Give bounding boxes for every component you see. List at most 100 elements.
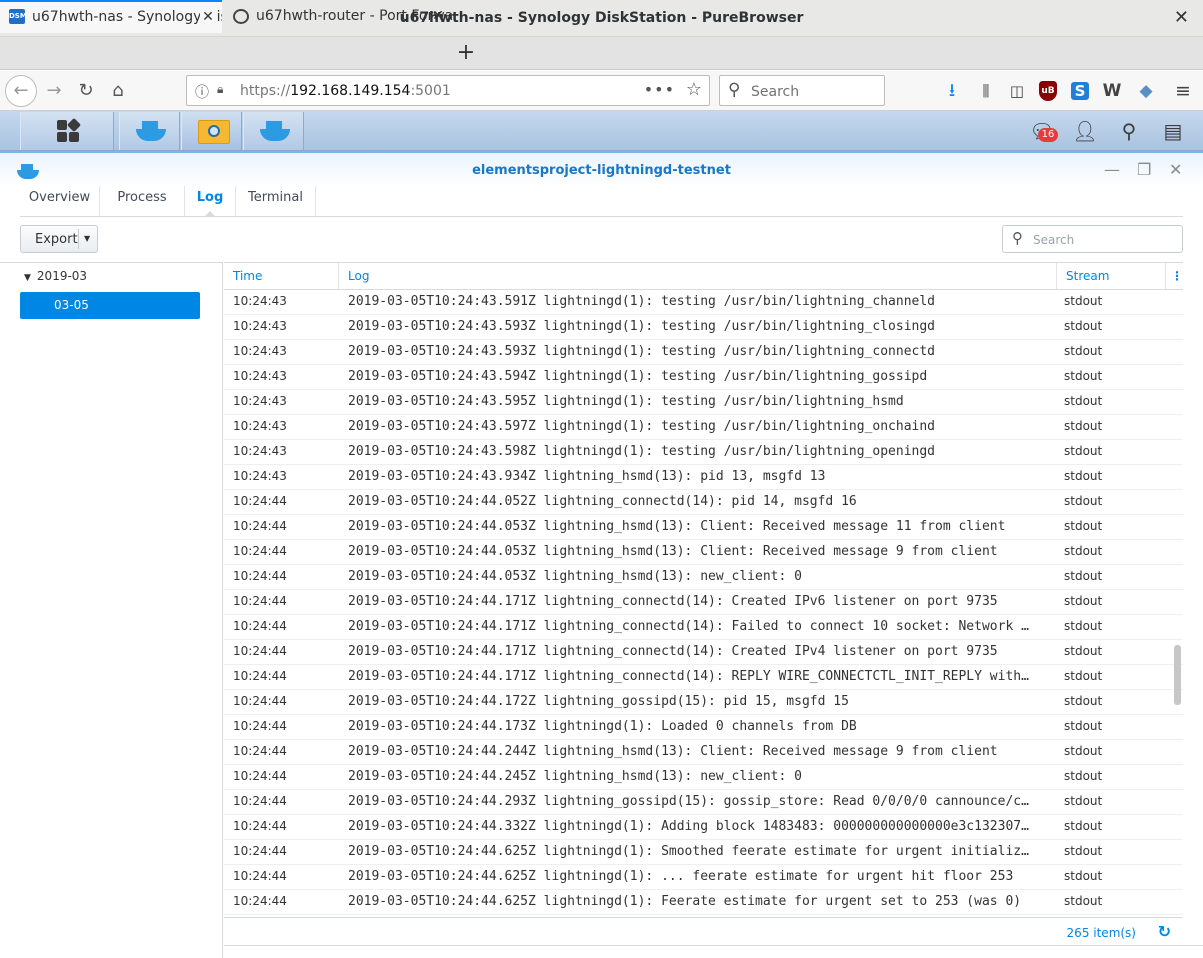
table-row[interactable]: 10:24:44 2019-03-05T10:24:44.172Z lightni… [224, 690, 1183, 715]
dsm-search-icon[interactable]: ⚲ [1116, 118, 1142, 144]
log-search-input[interactable]: ⚲ Search [1002, 225, 1183, 253]
window-close-icon[interactable]: ✕ [1174, 7, 1189, 28]
tab-close-icon[interactable]: ✕ [430, 0, 446, 33]
reload-button[interactable]: ↻ [72, 77, 100, 105]
row-stream: stdout [1064, 869, 1103, 883]
tree-group-month[interactable]: ▼ 2019-03 [24, 269, 87, 283]
row-log: 2019-03-05T10:24:44.171Z lightning_conne… [348, 619, 1029, 634]
table-row[interactable]: 10:24:44 2019-03-05T10:24:44.625Z lightni… [224, 890, 1183, 915]
row-time: 10:24:44 [233, 819, 287, 833]
row-stream: stdout [1064, 619, 1103, 633]
row-time: 10:24:44 [233, 894, 287, 908]
row-log: 2019-03-05T10:24:44.293Z lightning_gossi… [348, 794, 1029, 809]
user-icon[interactable]: 👤︎ [1072, 118, 1098, 144]
bookmark-star-icon[interactable]: ☆ [686, 79, 702, 100]
lock-icon[interactable]: 🔒︎ [217, 82, 223, 97]
grid-scrollbar[interactable] [1174, 645, 1181, 705]
back-button[interactable]: ← [5, 75, 37, 107]
library-icon[interactable]: ⫼ [975, 80, 997, 102]
table-row[interactable]: 10:24:44 2019-03-05T10:24:44.171Z lightni… [224, 590, 1183, 615]
date-tree-panel: ▼ 2019-03 03-05 [0, 262, 223, 958]
row-stream: stdout [1064, 894, 1103, 908]
file-station-button[interactable] [181, 112, 242, 150]
notification-badge: 16 [1038, 128, 1058, 142]
table-row[interactable]: 10:24:44 2019-03-05T10:24:44.625Z lightni… [224, 840, 1183, 865]
diamond-extension-icon[interactable]: ◆ [1135, 80, 1157, 102]
table-row[interactable]: 10:24:44 2019-03-05T10:24:44.244Z lightni… [224, 740, 1183, 765]
tab-overview[interactable]: Overview [20, 186, 100, 216]
table-row[interactable]: 10:24:43 2019-03-05T10:24:43.597Z lightni… [224, 415, 1183, 440]
tab-close-icon[interactable]: ✕ [200, 2, 216, 33]
table-row[interactable]: 10:24:43 2019-03-05T10:24:43.598Z lightni… [224, 440, 1183, 465]
docker-window-button[interactable] [243, 112, 304, 150]
docker-app-button[interactable] [119, 112, 180, 150]
url-bar[interactable]: ⓘ 🔒︎ https://192.168.149.154:5001 ••• ☆ [186, 75, 710, 106]
table-row[interactable]: 10:24:43 2019-03-05T10:24:43.591Z lightni… [224, 290, 1183, 315]
table-row[interactable]: 10:24:44 2019-03-05T10:24:44.053Z lightni… [224, 565, 1183, 590]
home-button[interactable]: ⌂ [104, 77, 132, 105]
browser-search-input[interactable]: ⚲ Search [719, 75, 885, 106]
sidebar-icon[interactable]: ◫ [1006, 80, 1028, 102]
row-log: 2019-03-05T10:24:44.171Z lightning_conne… [348, 644, 998, 659]
table-row[interactable]: 10:24:44 2019-03-05T10:24:44.332Z lightni… [224, 815, 1183, 840]
main-menu-button[interactable] [20, 112, 114, 150]
forward-button[interactable]: → [40, 77, 68, 105]
ublock-icon[interactable]: uB [1039, 81, 1057, 101]
close-icon[interactable]: ✕ [1169, 160, 1182, 179]
tab-terminal[interactable]: Terminal [236, 186, 316, 216]
row-stream: stdout [1064, 569, 1103, 583]
table-row[interactable]: 10:24:44 2019-03-05T10:24:44.625Z lightni… [224, 865, 1183, 890]
app-tab-bar: Overview Process Log Terminal [20, 186, 1183, 217]
table-row[interactable]: 10:24:44 2019-03-05T10:24:44.171Z lightni… [224, 615, 1183, 640]
column-header-stream[interactable]: Stream [1057, 263, 1166, 289]
hamburger-menu-icon[interactable]: ≡ [1172, 80, 1194, 102]
row-stream: stdout [1064, 719, 1103, 733]
row-stream: stdout [1064, 669, 1103, 683]
table-row[interactable]: 10:24:43 2019-03-05T10:24:43.595Z lightni… [224, 390, 1183, 415]
row-log: 2019-03-05T10:24:43.934Z lightning_hsmd(… [348, 469, 826, 484]
download-icon[interactable]: ⭳ [941, 80, 963, 102]
widgets-icon[interactable]: ▤ [1160, 118, 1186, 144]
browser-tab-nas[interactable]: DSM u67hwth-nas - Synology DiskStation ✕ [0, 0, 222, 33]
info-icon[interactable]: ⓘ [195, 82, 209, 102]
chevron-down-icon[interactable]: ▼ [84, 234, 90, 243]
table-row[interactable]: 10:24:44 2019-03-05T10:24:44.173Z lightni… [224, 715, 1183, 740]
maximize-icon[interactable]: ❐ [1137, 160, 1151, 179]
table-row[interactable]: 10:24:43 2019-03-05T10:24:43.594Z lightni… [224, 365, 1183, 390]
column-header-time[interactable]: Time [224, 263, 339, 289]
table-row[interactable]: 10:24:43 2019-03-05T10:24:43.934Z lightni… [224, 465, 1183, 490]
row-stream: stdout [1064, 544, 1103, 558]
table-row[interactable]: 10:24:44 2019-03-05T10:24:44.053Z lightni… [224, 540, 1183, 565]
new-tab-button[interactable]: + [455, 37, 477, 70]
row-log: 2019-03-05T10:24:44.173Z lightningd(1): … [348, 719, 857, 734]
browser-tab-router[interactable]: u67hwth-router - Port Forwarding ✕ [224, 0, 452, 33]
table-row[interactable]: 10:24:43 2019-03-05T10:24:43.593Z lightni… [224, 340, 1183, 365]
refresh-icon[interactable]: ↻ [1158, 922, 1171, 941]
minimize-icon[interactable]: — [1104, 160, 1120, 179]
w-extension-icon[interactable]: W [1101, 80, 1123, 102]
table-row[interactable]: 10:24:44 2019-03-05T10:24:44.245Z lightni… [224, 765, 1183, 790]
docker-icon [136, 121, 166, 141]
row-stream: stdout [1064, 819, 1103, 833]
caret-down-icon[interactable]: ▼ [24, 273, 31, 283]
app-window-title: elementsproject-lightningd-testnet [472, 163, 731, 178]
row-log: 2019-03-05T10:24:43.593Z lightningd(1): … [348, 344, 935, 359]
s-extension-icon[interactable]: S [1071, 82, 1089, 100]
column-menu-icon[interactable]: ⋮ [1166, 263, 1183, 289]
table-row[interactable]: 10:24:44 2019-03-05T10:24:44.171Z lightni… [224, 640, 1183, 665]
row-log: 2019-03-05T10:24:44.053Z lightning_hsmd(… [348, 569, 802, 584]
table-row[interactable]: 10:24:44 2019-03-05T10:24:44.293Z lightni… [224, 790, 1183, 815]
table-row[interactable]: 10:24:44 2019-03-05T10:24:44.052Z lightni… [224, 490, 1183, 515]
column-header-log[interactable]: Log [339, 263, 1057, 289]
export-button[interactable]: Export ▼ [20, 225, 98, 253]
tab-log[interactable]: Log [185, 186, 236, 217]
table-row[interactable]: 10:24:43 2019-03-05T10:24:43.593Z lightni… [224, 315, 1183, 340]
tab-process[interactable]: Process [100, 186, 185, 216]
page-actions-icon[interactable]: ••• [644, 80, 675, 99]
table-row[interactable]: 10:24:44 2019-03-05T10:24:44.053Z lightni… [224, 515, 1183, 540]
row-time: 10:24:43 [233, 344, 287, 358]
tree-item-day[interactable]: 03-05 [20, 292, 200, 319]
table-row[interactable]: 10:24:44 2019-03-05T10:24:44.171Z lightni… [224, 665, 1183, 690]
row-time: 10:24:44 [233, 744, 287, 758]
grid-header: Time Log Stream ⋮ [224, 263, 1183, 290]
